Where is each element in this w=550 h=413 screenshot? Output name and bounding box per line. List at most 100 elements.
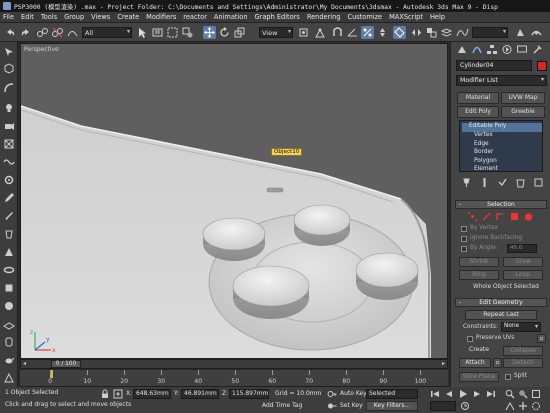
attach-button[interactable]: Attach xyxy=(459,358,491,368)
absolute-mode-icon[interactable] xyxy=(113,389,123,399)
set-key-button[interactable]: Set Key xyxy=(340,402,363,409)
create-button[interactable]: Create xyxy=(459,346,499,356)
select-and-scale-icon[interactable] xyxy=(233,26,246,39)
constraints-dropdown[interactable]: None xyxy=(501,322,541,332)
space-warp-icon[interactable] xyxy=(3,156,15,168)
menu-animation[interactable]: Animation xyxy=(214,13,248,21)
selection-rollout-header[interactable]: - Selection xyxy=(455,200,547,209)
pencil-icon[interactable] xyxy=(3,192,15,204)
menu-reactor[interactable]: reactor xyxy=(183,13,207,21)
pin-stack-icon[interactable] xyxy=(461,177,472,188)
stack-item-vertex[interactable]: Vertex xyxy=(474,132,493,141)
menu-graph-editors[interactable]: Graph Editors xyxy=(255,13,300,21)
track-bar[interactable]: 0 10 20 30 40 50 60 70 80 90 100 xyxy=(20,370,448,387)
geosphere-icon[interactable] xyxy=(3,300,15,312)
split-checkbox[interactable] xyxy=(505,374,511,380)
shrink-button[interactable]: Shrink xyxy=(459,257,499,267)
field-of-view-icon[interactable] xyxy=(505,401,515,411)
go-to-end-icon[interactable] xyxy=(486,389,496,399)
select-by-name-icon[interactable] xyxy=(151,26,164,39)
named-selection-icon[interactable] xyxy=(393,26,406,39)
select-object-icon[interactable] xyxy=(136,26,149,39)
perspective-viewport[interactable]: z x y Perspective Object10 xyxy=(20,43,448,359)
arc-rotate-icon[interactable] xyxy=(531,401,541,411)
edit-poly-button[interactable]: Edit Poly xyxy=(457,106,499,118)
border-mode-icon[interactable] xyxy=(495,211,506,222)
paint-icon[interactable] xyxy=(3,228,15,240)
repeat-last-button[interactable]: Repeat Last xyxy=(465,310,537,320)
menu-views[interactable]: Views xyxy=(91,13,110,21)
element-mode-icon[interactable] xyxy=(523,211,534,222)
z-coordinate-field[interactable]: 115.897mm xyxy=(229,389,269,399)
angle-snap-icon[interactable] xyxy=(346,26,359,39)
redo-icon[interactable] xyxy=(19,26,32,39)
ring-button[interactable]: Ring xyxy=(459,270,499,280)
edit-geometry-rollout-header[interactable]: - Edit Geometry xyxy=(455,298,547,307)
greeble-button[interactable]: Greeble xyxy=(501,106,545,118)
add-time-tag[interactable]: Add Time Tag xyxy=(262,402,302,409)
time-slider-next-icon[interactable]: ▸ xyxy=(442,360,445,367)
stack-item-edge[interactable]: Edge xyxy=(474,141,489,150)
plane-icon[interactable] xyxy=(3,318,15,330)
ignore-backfacing-checkbox[interactable] xyxy=(461,236,467,242)
bind-space-warp-icon[interactable] xyxy=(66,26,79,39)
menu-customize[interactable]: Customize xyxy=(347,13,382,21)
undo-icon[interactable] xyxy=(4,26,17,39)
render-setup-icon[interactable] xyxy=(514,26,527,39)
edge-mode-icon[interactable] xyxy=(481,211,492,222)
teapot-icon[interactable] xyxy=(3,354,15,366)
set-key-icon[interactable] xyxy=(327,401,337,411)
helper-icon[interactable] xyxy=(3,138,15,150)
menu-help[interactable]: Help xyxy=(430,13,445,21)
zoom-all-icon[interactable] xyxy=(518,389,528,399)
cone-icon[interactable] xyxy=(3,246,15,258)
zoom-extents-icon[interactable] xyxy=(531,389,541,399)
loop-button[interactable]: Loop xyxy=(503,270,543,280)
display-tab-icon[interactable] xyxy=(516,44,528,55)
menu-rendering[interactable]: Rendering xyxy=(307,13,341,21)
systems-icon[interactable] xyxy=(3,174,15,186)
configure-modifier-sets-icon[interactable] xyxy=(533,177,544,188)
torus-icon[interactable] xyxy=(3,264,15,276)
object-color-swatch[interactable] xyxy=(537,61,547,71)
previous-frame-icon[interactable] xyxy=(444,389,454,399)
quick-render-icon[interactable] xyxy=(530,26,543,39)
modifier-list-dropdown[interactable]: Modifier List xyxy=(456,75,547,86)
pan-view-icon[interactable] xyxy=(518,401,528,411)
snaps-toggle-icon[interactable] xyxy=(331,26,344,39)
camera-icon[interactable] xyxy=(3,120,15,132)
material-button[interactable]: Material xyxy=(457,92,499,104)
select-and-move-icon[interactable] xyxy=(203,26,216,39)
remove-modifier-icon[interactable] xyxy=(515,177,526,188)
modify-tab-icon[interactable] xyxy=(471,44,483,55)
key-filters-button[interactable]: Key Filters... xyxy=(366,401,418,411)
unlink-icon[interactable] xyxy=(51,26,64,39)
make-unique-icon[interactable] xyxy=(497,177,508,188)
time-slider-thumb[interactable]: 0 / 100 xyxy=(51,360,81,368)
window-crossing-icon[interactable] xyxy=(181,26,194,39)
viewport-label[interactable]: Perspective xyxy=(24,46,59,53)
utilities-tab-icon[interactable] xyxy=(531,44,543,55)
menu-maxscript[interactable]: MAXScript xyxy=(389,13,423,21)
pyramid-icon[interactable] xyxy=(3,372,15,384)
percent-snap-icon[interactable] xyxy=(361,26,374,39)
time-slider[interactable]: ◂ 0 / 100 ▸ xyxy=(20,359,448,369)
current-frame-field[interactable] xyxy=(430,401,456,411)
by-angle-checkbox[interactable] xyxy=(461,246,467,252)
named-selection-dropdown[interactable] xyxy=(472,27,508,38)
align-icon[interactable] xyxy=(425,26,438,39)
next-frame-icon[interactable] xyxy=(472,389,482,399)
reference-coordinate-dropdown[interactable]: View xyxy=(259,27,293,38)
go-to-start-icon[interactable] xyxy=(430,389,440,399)
attach-list-button[interactable]: ▫ xyxy=(493,358,502,368)
stack-item-element[interactable]: Element xyxy=(474,166,498,175)
time-slider-prev-icon[interactable]: ◂ xyxy=(23,360,26,367)
create-tab-icon[interactable] xyxy=(456,44,468,55)
create-selection-icon[interactable] xyxy=(3,46,15,58)
tube-icon[interactable] xyxy=(3,336,15,348)
brush-icon[interactable] xyxy=(3,210,15,222)
motion-tab-icon[interactable] xyxy=(501,44,513,55)
preserve-uvs-checkbox[interactable] xyxy=(467,336,473,342)
menu-create[interactable]: Create xyxy=(117,13,139,21)
collapse-button[interactable]: Collapse xyxy=(503,346,543,356)
